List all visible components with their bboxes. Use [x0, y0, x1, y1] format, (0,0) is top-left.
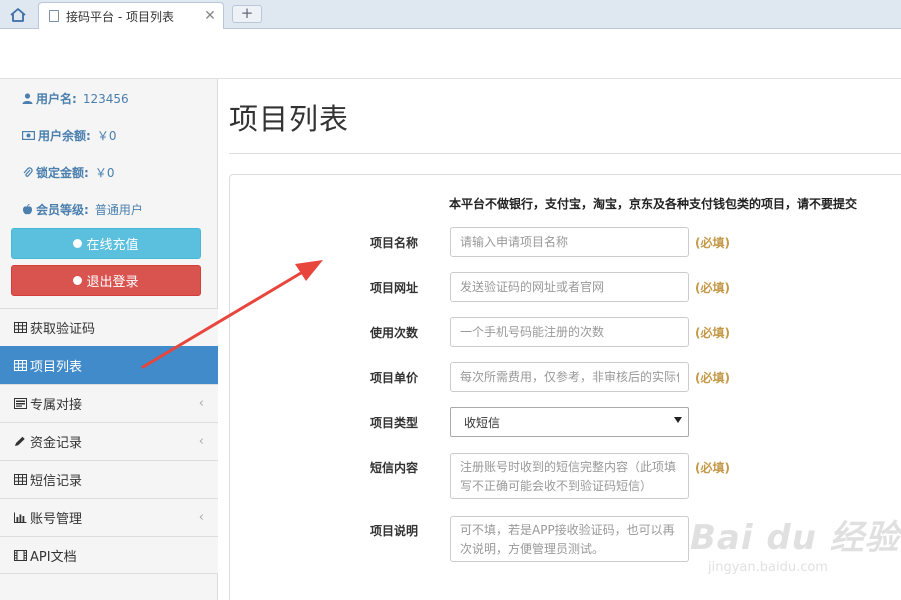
sidebar-item-fund-records[interactable]: 资金记录 ‹ [0, 422, 218, 460]
user-balance-row: 用户余额: ￥0 [22, 127, 116, 144]
sidebar-item-label: 短信记录 [30, 474, 83, 489]
table-icon [14, 322, 27, 333]
required-tag: (必填) [695, 236, 730, 250]
project-url-label: 项目网址 [370, 281, 419, 295]
project-type-select[interactable]: 收短信 [450, 407, 689, 437]
sidebar-item-label: 资金记录 [30, 436, 83, 451]
sidebar-item-sms-records[interactable]: 短信记录 [0, 460, 218, 498]
watermark-url: jingyan.baidu.com [708, 560, 828, 575]
required-tag: (必填) [695, 281, 730, 295]
apple-icon [22, 204, 33, 215]
sidebar-item-label: 账号管理 [30, 512, 83, 527]
member-level-label: 会员等级: [36, 203, 89, 217]
recharge-button-label: 在线充值 [86, 238, 139, 253]
sidebar-item-account-management[interactable]: 账号管理 ‹ [0, 498, 218, 536]
browser-tab-title: 接码平台 - 项目列表 [66, 9, 174, 24]
member-level-value: 普通用户 [94, 203, 143, 217]
sidebar-item-api-docs[interactable]: API文档 [0, 536, 218, 574]
user-name-row: 用户名: 123456 [22, 90, 129, 107]
required-tag: (必填) [695, 461, 730, 475]
sidebar: 用户名: 123456 用户余额: ￥0 锁定金额: ￥0 会员等级: 普通用户… [0, 79, 218, 600]
film-icon [14, 549, 27, 561]
chevron-left-icon: ‹ [198, 510, 204, 525]
sidebar-item-label: API文档 [30, 549, 77, 565]
recharge-button[interactable]: 在线充值 [11, 228, 201, 259]
chevron-left-icon: ‹ [198, 434, 204, 449]
chevron-left-icon: ‹ [198, 396, 204, 411]
project-name-label: 项目名称 [370, 236, 419, 250]
sidebar-item-label: 获取验证码 [30, 322, 96, 337]
user-balance-value: ￥0 [96, 129, 117, 143]
locked-amount-row: 锁定金额: ￥0 [22, 164, 114, 181]
caret-down-icon [674, 417, 682, 423]
logout-button[interactable]: 退出登录 [11, 265, 201, 296]
sms-content-textarea[interactable] [450, 453, 689, 499]
sidebar-item-get-code[interactable]: 获取验证码 [0, 308, 218, 346]
usage-count-label: 使用次数 [370, 326, 419, 340]
bar-chart-icon [14, 512, 27, 523]
browser-tab-bar: 接码平台 - 项目列表 ✕ + [0, 0, 901, 29]
locked-amount-value: ￥0 [94, 166, 115, 180]
user-balance-label: 用户余额: [38, 129, 91, 143]
project-description-textarea[interactable] [450, 516, 689, 562]
watermark-logo-text: Bai du 经验 [690, 518, 900, 558]
circle-icon [73, 276, 83, 285]
user-name-label: 用户名: [36, 92, 77, 106]
pencil-icon [15, 436, 25, 446]
unit-price-label: 项目单价 [370, 371, 419, 385]
page-title: 项目列表 [229, 102, 350, 136]
close-icon[interactable]: ✕ [201, 8, 219, 24]
table-icon [14, 360, 27, 371]
money-icon [22, 131, 35, 141]
sidebar-nav: 获取验证码 项目列表 专属对接 ‹ 资金记录 ‹ 短信记录 账号管理 ‹ API… [0, 308, 218, 574]
sidebar-item-label: 项目列表 [30, 360, 83, 375]
unit-price-input[interactable] [450, 362, 689, 392]
baidu-watermark: Bai du 经验 jingyan.baidu.com [690, 502, 899, 592]
required-tag: (必填) [695, 326, 730, 340]
user-icon [22, 93, 33, 104]
locked-amount-label: 锁定金额: [36, 166, 89, 180]
project-type-selected: 收短信 [464, 415, 501, 430]
page-header [0, 30, 901, 79]
project-url-input[interactable] [450, 272, 689, 302]
user-name-value: 123456 [82, 91, 129, 106]
list-icon [14, 398, 27, 409]
member-level-row: 会员等级: 普通用户 [22, 201, 143, 218]
usage-count-input[interactable] [450, 317, 689, 347]
page-icon [49, 10, 59, 22]
logout-button-label: 退出登录 [86, 275, 139, 290]
home-icon[interactable] [4, 3, 32, 26]
project-name-input[interactable] [450, 227, 689, 257]
sidebar-item-dedicated-docking[interactable]: 专属对接 ‹ [0, 384, 218, 422]
circle-icon [73, 239, 83, 248]
required-tag: (必填) [695, 371, 730, 385]
title-divider [229, 153, 901, 154]
sms-content-label: 短信内容 [370, 461, 419, 475]
sidebar-item-label: 专属对接 [30, 398, 83, 413]
project-description-label: 项目说明 [370, 524, 419, 538]
new-tab-button[interactable]: + [232, 5, 262, 23]
sidebar-item-project-list[interactable]: 项目列表 [0, 346, 218, 384]
project-type-label: 项目类型 [370, 416, 419, 430]
table-icon [14, 474, 27, 485]
notice-text: 本平台不做银行，支付宝，淘宝，京东及各种支付钱包类的项目，请不要提交 [449, 197, 858, 211]
paperclip-icon [23, 167, 33, 177]
browser-tab[interactable]: 接码平台 - 项目列表 ✕ [38, 2, 224, 29]
